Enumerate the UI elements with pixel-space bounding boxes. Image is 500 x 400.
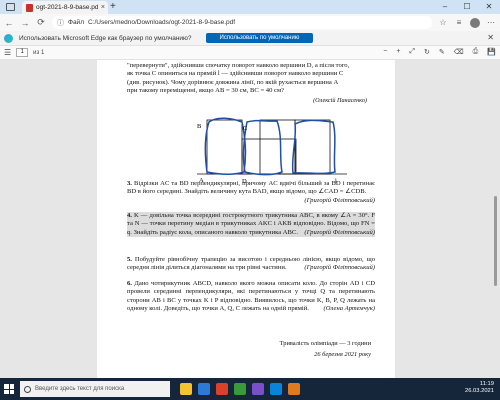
- clock-time: 11:19: [479, 381, 494, 387]
- pdf-tools: − + ⤢ ↻ ✎ ⌫ ⎙ 💾: [383, 48, 496, 56]
- save-icon[interactable]: 💾: [487, 48, 496, 56]
- problem-number: 6.: [127, 280, 132, 287]
- close-icon[interactable]: ✕: [487, 33, 494, 42]
- intro-line: при такому переміщенні, якщо AB = 30 см,…: [127, 86, 285, 94]
- taskbar-app-icon[interactable]: [288, 383, 300, 395]
- tab-actions-icon[interactable]: [6, 3, 15, 11]
- intro-author: (Олексій Панасенко): [313, 97, 367, 104]
- browser-tab[interactable]: ogt-2021-8-9-base.pdf ×: [22, 1, 108, 14]
- intro-line: як точка C опиниться на прямій l — здійс…: [127, 70, 344, 78]
- windows-start-icon[interactable]: [4, 384, 14, 394]
- system-clock[interactable]: 11:19 26.03.2021: [465, 381, 494, 395]
- problem-author: (Олена Артемчук): [323, 304, 375, 312]
- notification-text: Использовать Microsoft Edge как браузер …: [19, 34, 192, 42]
- problem-author: (Григорій Філіпповський): [304, 264, 375, 272]
- fit-page-icon[interactable]: ⤢: [409, 48, 415, 56]
- edge-icon: [4, 33, 13, 43]
- zoom-out-icon[interactable]: −: [383, 48, 387, 56]
- blue-path-middle: [242, 119, 283, 176]
- problem-5: 5. Побудуйте рівнобічну трапецію за висо…: [127, 256, 375, 273]
- taskbar: Введите здесь текст для поиска 11:19 26.…: [0, 378, 500, 400]
- taskbar-app-icon[interactable]: [216, 383, 228, 395]
- url-label: Файл: [68, 19, 84, 26]
- problem-author: (Григорій Філіпповський): [304, 196, 375, 204]
- rectangle-start: [206, 119, 243, 175]
- avatar[interactable]: [470, 17, 480, 28]
- pdf-page: "перевернути", здійснивши спочатку повор…: [97, 60, 395, 378]
- taskbar-app-icon[interactable]: [270, 383, 282, 395]
- taskbar-search[interactable]: Введите здесь текст для поиска: [20, 381, 170, 397]
- new-tab-button[interactable]: +: [110, 1, 116, 12]
- taskbar-app-icon[interactable]: [252, 383, 264, 395]
- intro-text: "перевернути", здійснивши спочатку повор…: [127, 62, 375, 95]
- search-input[interactable]: Введите здесь текст для поиска: [35, 386, 124, 392]
- favorites-list-icon[interactable]: ≡: [454, 18, 464, 27]
- erase-icon[interactable]: ⌫: [454, 48, 464, 56]
- address-bar: ← → ⟳ ⓘ Файл C:/Users/medno/Downloads/og…: [0, 14, 500, 31]
- clock-date: 26.03.2021: [464, 388, 494, 394]
- pdf-icon: [26, 3, 33, 12]
- problem-number: 4.: [127, 212, 132, 219]
- intro-line: (див. рисунок). Чому дорівнює довжина лі…: [127, 78, 339, 86]
- print-icon[interactable]: ⎙: [473, 48, 479, 56]
- scrollbar[interactable]: [493, 122, 498, 372]
- forward-button[interactable]: →: [20, 18, 30, 28]
- default-browser-bar: Использовать Microsoft Edge как браузер …: [0, 31, 500, 46]
- label-C: C: [243, 125, 247, 132]
- scrollbar-thumb[interactable]: [494, 196, 497, 286]
- page-number-input[interactable]: 1: [16, 48, 29, 57]
- intro-line: "перевернути", здійснивши спочатку повор…: [127, 62, 350, 69]
- rectangle-rotated: [259, 119, 296, 175]
- tab-close-icon[interactable]: ×: [101, 4, 108, 11]
- search-icon: [24, 385, 31, 393]
- refresh-button[interactable]: ⟳: [36, 17, 46, 28]
- tab-title: ogt-2021-8-9-base.pdf: [36, 4, 98, 11]
- problem-3: 3. Відрізки AC та BD перпендикулярні, пр…: [127, 180, 375, 205]
- contents-icon[interactable]: ☰: [4, 48, 11, 57]
- info-icon[interactable]: ⓘ: [57, 18, 64, 28]
- close-window-button[interactable]: ✕: [478, 0, 500, 14]
- window-controls: – ☐ ✕: [434, 0, 500, 14]
- problem-6: 6. Дано чотирикутник ABCD, навколо якого…: [127, 280, 375, 313]
- zoom-in-icon[interactable]: +: [396, 48, 400, 56]
- label-B: B: [197, 123, 202, 130]
- olympiad-date: 26 березня 2021 року: [314, 351, 371, 358]
- url-field[interactable]: ⓘ Файл C:/Users/medno/Downloads/ogt-2021…: [52, 16, 432, 29]
- rectangle-rotation-figure: B C A D l: [197, 117, 347, 185]
- blue-path-start: [204, 117, 247, 176]
- minimize-button[interactable]: –: [434, 0, 456, 14]
- back-button[interactable]: ←: [4, 18, 14, 28]
- taskbar-app-icon[interactable]: [234, 383, 246, 395]
- problem-4: 4. K — довільна точка всередині гостроку…: [127, 212, 375, 237]
- problem-number: 3.: [127, 180, 132, 187]
- problem-text: Відрізки AC та BD перпендикулярні, причо…: [127, 180, 376, 196]
- maximize-button[interactable]: ☐: [456, 0, 478, 14]
- pdf-toolbar: ☰ 1 из 1 − + ⤢ ↻ ✎ ⌫ ⎙ 💾: [0, 46, 500, 60]
- rotate-icon[interactable]: ↻: [424, 48, 430, 56]
- pdf-viewer[interactable]: "перевернути", здійснивши спочатку повор…: [0, 60, 500, 378]
- problem-author: (Григорій Філіпповський): [304, 228, 375, 236]
- problem-number: 5.: [127, 256, 132, 263]
- favorite-icon[interactable]: ☆: [438, 18, 448, 27]
- set-default-button[interactable]: Использовать по умолчанию: [205, 33, 314, 43]
- title-bar: ogt-2021-8-9-base.pdf × + – ☐ ✕: [0, 0, 500, 14]
- taskbar-app-icon[interactable]: [180, 383, 192, 395]
- olympiad-duration: Тривалість олімпіади — 3 години: [279, 340, 371, 347]
- more-icon[interactable]: ⋯: [486, 18, 496, 27]
- page-count: из 1: [33, 49, 45, 56]
- rectangle-middle: [241, 138, 297, 175]
- taskbar-app-icon[interactable]: [198, 383, 210, 395]
- taskbar-apps: [180, 383, 300, 395]
- rectangle-end: [294, 119, 331, 175]
- draw-icon[interactable]: ✎: [439, 48, 445, 56]
- url-path[interactable]: C:/Users/medno/Downloads/ogt-2021-8-9-ba…: [88, 19, 235, 26]
- blue-path-end: [291, 119, 336, 175]
